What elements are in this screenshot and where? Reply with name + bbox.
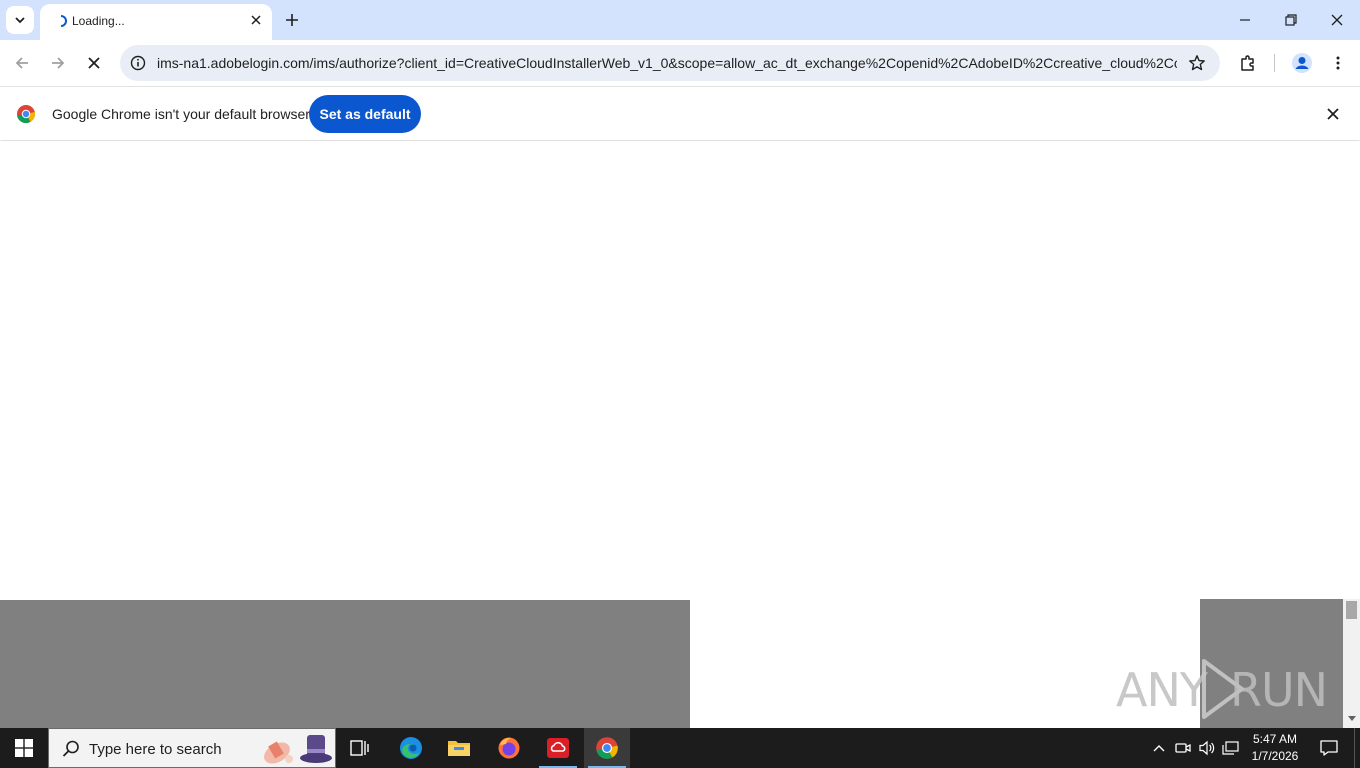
close-icon bbox=[1331, 14, 1343, 26]
avatar-icon bbox=[1292, 53, 1312, 73]
bookmark-button[interactable] bbox=[1186, 52, 1208, 74]
chevron-down-icon bbox=[15, 17, 25, 24]
network-button[interactable] bbox=[1221, 738, 1241, 758]
back-button[interactable] bbox=[8, 49, 36, 77]
infobar-message: Google Chrome isn't your default browser bbox=[52, 106, 310, 122]
show-desktop-button[interactable] bbox=[1354, 728, 1360, 768]
default-browser-infobar: Google Chrome isn't your default browser… bbox=[0, 86, 1360, 140]
taskbar-chrome[interactable] bbox=[584, 728, 630, 768]
search-highlight-icon bbox=[264, 735, 332, 764]
tab-search-button[interactable] bbox=[6, 6, 34, 34]
tab-close-button[interactable] bbox=[246, 10, 266, 30]
triangle-down-icon bbox=[1347, 716, 1356, 721]
anyrun-watermark: ANY RUN bbox=[1116, 657, 1328, 721]
close-window-button[interactable] bbox=[1314, 0, 1360, 40]
close-icon bbox=[1327, 108, 1339, 120]
minimize-icon bbox=[1240, 19, 1250, 21]
search-icon bbox=[62, 740, 79, 757]
plus-icon bbox=[286, 14, 298, 26]
scrollbar-thumb[interactable] bbox=[1346, 601, 1357, 619]
forward-button[interactable] bbox=[44, 49, 72, 77]
taskbar-file-explorer[interactable] bbox=[436, 728, 482, 768]
clock-time: 5:47 AM bbox=[1252, 732, 1298, 746]
taskbar-firefox[interactable] bbox=[486, 728, 532, 768]
scroll-down-button[interactable] bbox=[1346, 713, 1357, 725]
stop-loading-button[interactable] bbox=[80, 49, 108, 77]
taskbar-clock[interactable]: 5:47 AM 1/7/2026 bbox=[1244, 731, 1306, 765]
scrollbar[interactable] bbox=[1343, 599, 1360, 728]
show-hidden-icons-button[interactable] bbox=[1149, 738, 1169, 758]
set-as-default-button[interactable]: Set as default bbox=[309, 95, 421, 133]
clock-date: 1/7/2026 bbox=[1251, 749, 1299, 763]
taskbar-search-box[interactable]: Type here to search bbox=[48, 728, 336, 768]
notification-icon bbox=[1320, 740, 1338, 756]
menu-button[interactable] bbox=[1324, 49, 1352, 77]
watermark-text-right: RUN bbox=[1230, 663, 1328, 717]
task-view-button[interactable] bbox=[337, 728, 383, 768]
toolbar-separator bbox=[1274, 54, 1275, 72]
star-icon bbox=[1189, 55, 1205, 71]
address-url[interactable]: ims-na1.adobelogin.com/ims/authorize?cli… bbox=[157, 55, 1177, 71]
firefox-icon bbox=[498, 737, 520, 759]
minimize-button[interactable] bbox=[1222, 0, 1268, 40]
tab-strip: Loading... bbox=[0, 0, 1360, 40]
infobar-close-button[interactable] bbox=[1322, 103, 1344, 125]
camera-icon bbox=[1175, 743, 1191, 753]
edge-icon bbox=[400, 737, 422, 759]
close-icon bbox=[88, 57, 100, 69]
puzzle-icon bbox=[1241, 55, 1254, 71]
task-view-icon bbox=[350, 740, 369, 756]
restore-button[interactable] bbox=[1268, 0, 1314, 40]
arrow-right-icon bbox=[52, 57, 65, 69]
tab-active[interactable]: Loading... bbox=[40, 4, 272, 40]
creative-cloud-icon bbox=[547, 738, 569, 758]
page-content: ANY RUN bbox=[0, 141, 1360, 728]
gray-overlay-left bbox=[0, 600, 690, 728]
taskbar-edge[interactable] bbox=[388, 728, 434, 768]
browser-toolbar: ims-na1.adobelogin.com/ims/authorize?cli… bbox=[0, 40, 1360, 86]
chrome-logo-icon bbox=[17, 105, 36, 124]
close-icon bbox=[251, 15, 261, 25]
new-tab-button[interactable] bbox=[280, 8, 304, 32]
windows-logo-icon bbox=[15, 739, 33, 757]
speaker-icon bbox=[1199, 740, 1215, 756]
windows-taskbar: Type here to search 5:47 AM 1/7/2026 bbox=[0, 728, 1360, 768]
meet-now-button[interactable] bbox=[1173, 738, 1193, 758]
notifications-button[interactable] bbox=[1312, 728, 1346, 768]
watermark-text-left: ANY bbox=[1116, 663, 1208, 717]
arrow-left-icon bbox=[15, 57, 28, 69]
address-bar[interactable]: ims-na1.adobelogin.com/ims/authorize?cli… bbox=[120, 45, 1220, 81]
extensions-button[interactable] bbox=[1234, 49, 1262, 77]
info-icon bbox=[130, 55, 146, 71]
site-info-button[interactable] bbox=[128, 53, 148, 73]
chevron-up-icon bbox=[1153, 745, 1165, 752]
taskbar-creative-cloud[interactable] bbox=[535, 728, 581, 768]
chrome-icon bbox=[596, 737, 618, 759]
tab-title: Loading... bbox=[72, 14, 125, 28]
profile-button[interactable] bbox=[1288, 49, 1316, 77]
volume-button[interactable] bbox=[1197, 738, 1217, 758]
restore-icon bbox=[1285, 14, 1297, 26]
search-placeholder: Type here to search bbox=[89, 741, 222, 758]
more-vertical-icon bbox=[1336, 56, 1340, 70]
start-button[interactable] bbox=[0, 728, 48, 768]
loading-spinner-icon bbox=[60, 15, 67, 27]
folder-icon bbox=[448, 741, 470, 756]
network-icon bbox=[1222, 741, 1239, 755]
